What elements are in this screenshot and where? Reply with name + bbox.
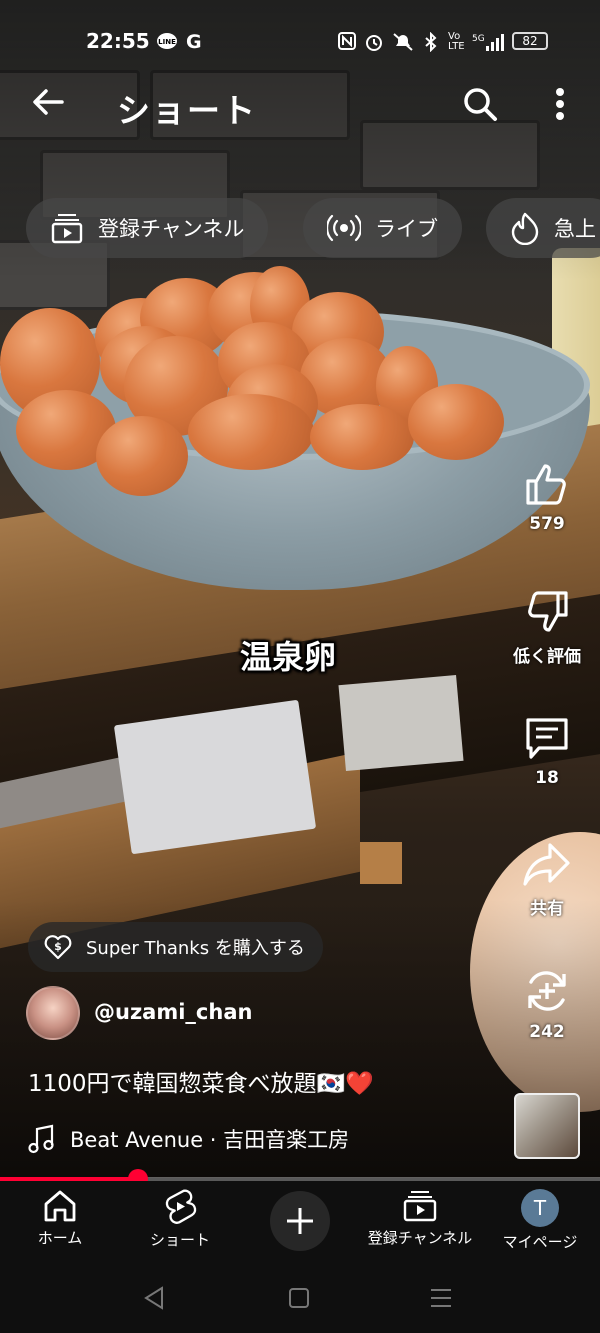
- video-description[interactable]: 1100円で韓国惣菜食べ放題🇰🇷❤️: [28, 1064, 374, 1098]
- chip-trending[interactable]: 急上: [486, 198, 600, 258]
- dislike-button[interactable]: 低く評価: [506, 588, 588, 667]
- chip-label: 急上: [554, 217, 596, 241]
- thumb-up-icon: [526, 464, 566, 505]
- egg: [310, 404, 414, 470]
- price-card: [113, 699, 317, 855]
- top-bar: ショート: [0, 76, 600, 136]
- nav-label: 登録チャンネル: [367, 1229, 473, 1247]
- trending-icon: [511, 212, 539, 245]
- svg-text:LINE: LINE: [158, 38, 176, 46]
- alarm-icon: [364, 32, 384, 57]
- status-time: 22:55: [86, 29, 150, 53]
- live-icon: [327, 214, 361, 242]
- remix-count: 242: [529, 1022, 565, 1042]
- like-button[interactable]: 579: [506, 460, 588, 534]
- music-note-icon: [28, 1124, 54, 1154]
- search-icon[interactable]: [460, 84, 500, 124]
- line-icon: LINE: [156, 32, 178, 57]
- nav-label: マイページ: [502, 1233, 578, 1251]
- chip-label: 登録チャンネル: [98, 217, 245, 241]
- like-count: 579: [529, 514, 565, 534]
- super-thanks-icon: $: [44, 935, 72, 960]
- subscriptions-icon: [403, 1191, 437, 1222]
- signal-5g-icon: 5G: [472, 32, 506, 57]
- dislike-label: 低く評価: [513, 647, 581, 667]
- music-label: Beat Avenue · 吉田音楽工房: [70, 1128, 350, 1152]
- remix-icon: [528, 971, 566, 1011]
- home-square-icon[interactable]: [284, 1283, 314, 1313]
- google-icon: G: [186, 31, 202, 53]
- super-thanks-label: Super Thanks を購入する: [86, 938, 305, 959]
- svg-text:$: $: [54, 940, 62, 953]
- status-bar: 22:55 LINE G Vo LTE 5G 82: [0, 24, 600, 60]
- share-button[interactable]: 共有: [506, 840, 588, 919]
- avatar-icon: T: [521, 1189, 559, 1227]
- mute-icon: [392, 32, 414, 57]
- egg: [96, 416, 188, 496]
- bottom-nav: ホーム ショート 登録チャンネル T マイページ: [0, 1181, 600, 1261]
- super-thanks-button[interactable]: $ Super Thanks を購入する: [28, 922, 323, 972]
- video-caption: 温泉卵: [240, 638, 337, 676]
- recents-menu-icon[interactable]: [426, 1283, 456, 1313]
- share-icon: [523, 843, 570, 886]
- remix-button[interactable]: 242: [506, 966, 588, 1042]
- volte-icon: Vo LTE: [448, 31, 465, 52]
- page-title: ショート: [117, 91, 257, 130]
- system-nav: [0, 1261, 600, 1333]
- home-icon: [44, 1190, 76, 1222]
- thumb-down-icon: [528, 591, 568, 632]
- comment-icon: [526, 718, 568, 759]
- egg: [188, 394, 314, 470]
- battery-indicator: 82: [512, 32, 548, 50]
- nav-label: ホーム: [37, 1229, 83, 1247]
- nav-home[interactable]: ホーム: [0, 1189, 120, 1248]
- shorts-icon: [165, 1189, 197, 1224]
- subscriptions-icon: [51, 214, 83, 244]
- back-arrow-icon[interactable]: [28, 82, 68, 122]
- back-triangle-icon[interactable]: [140, 1283, 170, 1313]
- sound-thumbnail[interactable]: [514, 1093, 580, 1159]
- nfc-icon: [338, 32, 356, 55]
- chip-label: ライブ: [375, 217, 438, 241]
- comment-count: 18: [535, 768, 559, 788]
- nav-shorts[interactable]: ショート: [120, 1189, 240, 1250]
- nav-create[interactable]: [270, 1191, 330, 1251]
- chip-live[interactable]: ライブ: [303, 198, 462, 258]
- channel-avatar[interactable]: [26, 986, 80, 1040]
- comments-button[interactable]: 18: [506, 714, 588, 788]
- svg-text:5G: 5G: [472, 34, 485, 44]
- more-vert-icon[interactable]: [545, 84, 575, 124]
- channel-handle[interactable]: @uzami_chan: [94, 1000, 252, 1024]
- share-label: 共有: [530, 899, 564, 919]
- music-credit[interactable]: Beat Avenue · 吉田音楽工房: [28, 1124, 349, 1154]
- nav-mypage[interactable]: T マイページ: [480, 1189, 600, 1252]
- nav-subscriptions[interactable]: 登録チャンネル: [360, 1189, 480, 1248]
- nav-label: ショート: [149, 1231, 210, 1249]
- wooden-block: [360, 842, 402, 884]
- chip-subscriptions[interactable]: 登録チャンネル: [26, 198, 269, 258]
- egg: [408, 384, 504, 460]
- note-card: [338, 675, 464, 771]
- bluetooth-icon: [424, 31, 438, 57]
- create-plus-icon: [287, 1208, 313, 1234]
